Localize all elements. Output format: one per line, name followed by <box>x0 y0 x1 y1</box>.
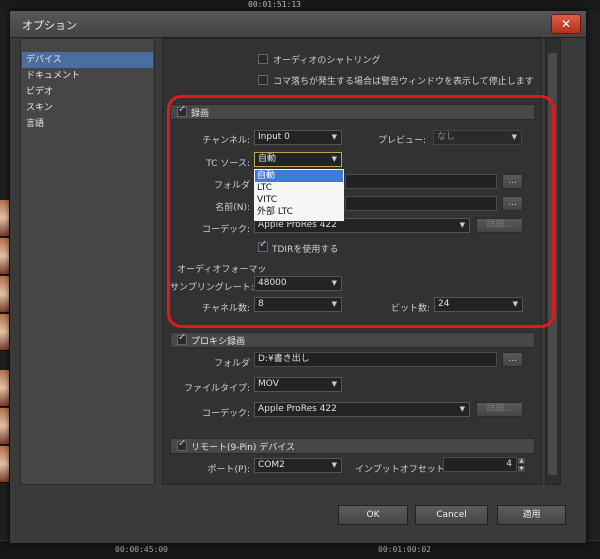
offset-down-button[interactable]: ▼ <box>517 465 526 473</box>
tc-option-ltc[interactable]: LTC <box>255 182 343 194</box>
nav-item-video[interactable]: ビデオ <box>22 84 153 100</box>
dialog-titlebar[interactable]: オプション ✕ <box>10 11 586 38</box>
proxy-folder-field[interactable]: D:¥書き出し <box>254 352 497 367</box>
category-list: デバイス ドキュメント ビデオ スキン 言語 <box>20 38 155 485</box>
proxy-codec-details-button[interactable]: 詳細... <box>476 402 523 417</box>
proxy-folder-browse-button[interactable]: ... <box>502 352 523 367</box>
remote-section-header: リモート(9-Pin) デバイス <box>170 438 535 454</box>
proxy-codec-label: コーデック: <box>201 409 250 419</box>
offset-up-button[interactable]: ▲ <box>517 457 526 465</box>
proxy-filetype-value: MOV <box>258 379 279 389</box>
proxy-section-header: プロキシ録画 <box>170 332 535 348</box>
port-value: COM2 <box>258 460 285 470</box>
nav-item-document[interactable]: ドキュメント <box>22 68 153 84</box>
proxy-folder-label: フォルダ <box>213 359 250 369</box>
app-right-strip <box>586 10 600 550</box>
timecode-bottom-right: 00:01:00:02 <box>378 545 431 554</box>
remote-enable-checkbox[interactable] <box>177 438 187 451</box>
chevron-up-icon: ▲ <box>519 458 524 464</box>
close-icon: ✕ <box>560 17 572 31</box>
nav-item-skin[interactable]: スキン <box>22 100 153 116</box>
tc-option-vitc[interactable]: VITC <box>255 194 343 206</box>
chevron-down-icon: ▼ <box>331 461 337 469</box>
input-offset-label: インプットオフセット: <box>355 465 448 475</box>
audio-scrubbing-label: オーディオのシャトリング <box>273 56 381 66</box>
close-button[interactable]: ✕ <box>551 14 581 34</box>
drop-warning-checkbox[interactable] <box>258 75 268 85</box>
chevron-down-icon: ▼ <box>331 380 337 388</box>
ok-button[interactable]: OK <box>338 505 408 525</box>
audio-scrubbing-checkbox[interactable] <box>258 54 268 64</box>
chevron-down-icon: ▼ <box>519 466 524 472</box>
drop-warning-label: コマ落ちが発生する場合は警告ウィンドウを表示して停止します <box>273 77 534 87</box>
proxy-codec-value: Apple ProRes 422 <box>258 404 337 414</box>
proxy-filetype-select[interactable]: MOV ▼ <box>254 377 342 392</box>
input-offset-field[interactable]: 4 <box>443 457 517 472</box>
proxy-folder-value: D:¥書き出し <box>258 354 310 364</box>
proxy-section-title: プロキシ録画 <box>191 337 246 347</box>
port-label: ポート(P): <box>207 465 250 475</box>
tc-source-dropdown: 自動 LTC VITC 外部 LTC <box>253 168 345 222</box>
timecode-top: 00:01:51:13 <box>248 0 301 9</box>
proxy-filetype-label: ファイルタイプ: <box>183 384 250 394</box>
apply-button[interactable]: 適用 <box>497 505 566 525</box>
nav-item-language[interactable]: 言語 <box>22 116 153 132</box>
tc-option-auto[interactable]: 自動 <box>255 170 343 182</box>
proxy-enable-checkbox[interactable] <box>177 332 187 345</box>
timecode-bottom-left: 00:00:45:00 <box>115 545 168 554</box>
nav-item-device[interactable]: デバイス <box>22 52 153 68</box>
dialog-title: オプション <box>22 19 77 32</box>
chevron-down-icon: ▼ <box>459 405 465 413</box>
highlight-annotation <box>167 95 555 328</box>
port-select[interactable]: COM2 ▼ <box>254 458 342 473</box>
remote-section-title: リモート(9-Pin) デバイス <box>191 443 296 453</box>
input-offset-value: 4 <box>506 459 512 469</box>
cancel-button[interactable]: Cancel <box>415 505 488 525</box>
proxy-codec-select[interactable]: Apple ProRes 422 ▼ <box>254 402 470 417</box>
tc-option-external-ltc[interactable]: 外部 LTC <box>255 206 343 218</box>
